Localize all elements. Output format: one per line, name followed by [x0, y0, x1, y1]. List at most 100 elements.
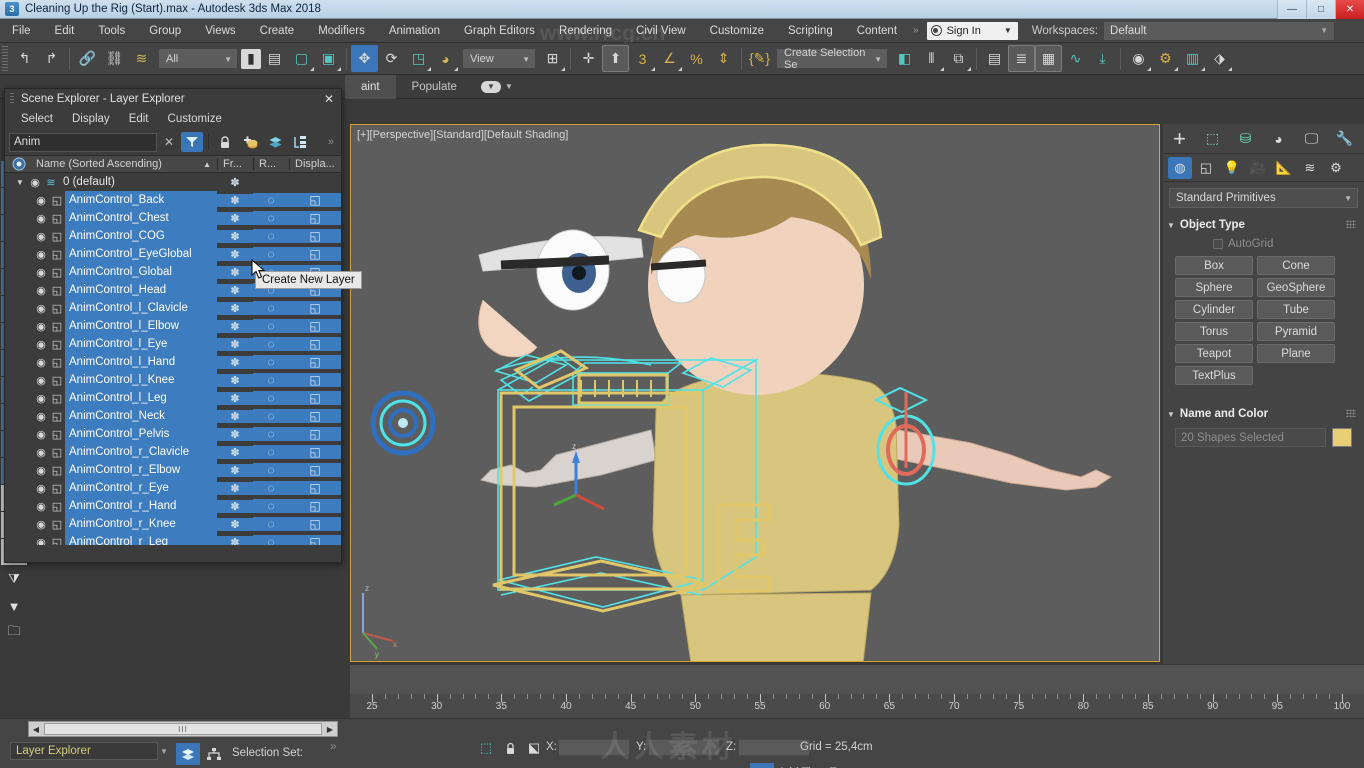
named-selection-sets-select[interactable]: Create Selection Se ▼ [777, 47, 887, 71]
folder-icon[interactable]: 🗀 [1, 620, 27, 646]
layer-name[interactable]: 0 (default) [59, 173, 217, 191]
render-cell[interactable]: ◌ [253, 535, 289, 545]
layer-item-name[interactable]: AnimControl_Pelvis [65, 425, 217, 443]
menu-graph-editors[interactable]: Graph Editors [452, 22, 547, 40]
display-cell[interactable]: ◱ [289, 463, 341, 477]
ribbon-toggle-icon[interactable]: ▦ [1035, 45, 1062, 72]
frozen-cell[interactable]: ✽ [217, 499, 253, 513]
scroll-thumb[interactable]: III [44, 723, 322, 735]
layer-list[interactable]: ▼ ◉ ≋ 0 (default) ✽ ◉ ◱ AnimControl_Back ✽ ◌… [5, 173, 341, 545]
eye-icon[interactable]: ◉ [33, 266, 49, 279]
y-coordinate-field[interactable] [648, 739, 720, 756]
table-row[interactable]: ◉ ◱ AnimControl_l_Knee ✽ ◌ ◱ [5, 371, 341, 389]
display-cell[interactable]: ◱ [289, 229, 341, 243]
chevron-down-icon[interactable]: ▼ [160, 747, 168, 756]
eye-icon[interactable]: ◉ [33, 320, 49, 333]
layer-item-name[interactable]: AnimControl_Chest [65, 209, 217, 227]
table-row[interactable]: ◉ ◱ AnimControl_r_Hand ✽ ◌ ◱ [5, 497, 341, 515]
angle-snap-icon[interactable]: ∠ [656, 45, 683, 72]
unlink-icon[interactable]: ⛓ [101, 45, 128, 72]
track-bar[interactable] [350, 664, 1364, 694]
create-tab[interactable]: + [1163, 125, 1196, 153]
object-type-header[interactable]: ▼ Object Type [1167, 216, 1360, 234]
frozen-cell[interactable]: ✽ [217, 445, 253, 459]
table-row[interactable]: ◉ ◱ AnimControl_Pelvis ✽ ◌ ◱ [5, 425, 341, 443]
menu-group[interactable]: Group [137, 22, 193, 40]
render-column-header[interactable]: R... [253, 158, 289, 170]
display-cell[interactable]: ◱ [289, 409, 341, 423]
frozen-cell[interactable]: ✽ [217, 481, 253, 495]
hierarchy-tab[interactable]: ⛁ [1229, 125, 1262, 153]
render-cell[interactable]: ◌ [253, 301, 289, 315]
name-column-header[interactable]: Name (Sorted Ascending) ▲ [32, 158, 217, 170]
display-cell[interactable]: ◱ [289, 355, 341, 369]
object-type-button-torus[interactable]: Torus [1175, 322, 1253, 341]
eye-icon[interactable]: ◉ [33, 428, 49, 441]
layer-item-name[interactable]: AnimControl_l_Leg [65, 389, 217, 407]
eye-icon[interactable]: ◉ [33, 464, 49, 477]
filter-gear-icon[interactable]: ⧩ [1, 566, 27, 592]
scene-explorer-panel[interactable]: Scene Explorer - Layer Explorer ✕ Select… [4, 88, 362, 563]
render-cell[interactable]: ◌ [253, 193, 289, 207]
eye-icon[interactable]: ◉ [33, 212, 49, 225]
display-cell[interactable]: ◱ [289, 319, 341, 333]
render-cell[interactable]: ◌ [253, 463, 289, 477]
eye-icon[interactable]: ◉ [33, 518, 49, 531]
render-production-icon[interactable]: ⬗ [1206, 45, 1233, 72]
render-cell[interactable]: ◌ [253, 319, 289, 333]
shapes-icon[interactable]: ◱ [1194, 157, 1218, 179]
mirror-icon[interactable]: ◧ [891, 45, 918, 72]
scroll-left-icon[interactable]: ◀ [29, 725, 43, 734]
frozen-cell[interactable]: ✽ [217, 247, 253, 261]
primitive-category-select[interactable]: Standard Primitives ▼ [1169, 188, 1358, 208]
utilities-tab[interactable]: 🔧 [1328, 125, 1361, 153]
display-cell[interactable]: ◱ [289, 517, 341, 531]
layer-item-name[interactable]: AnimControl_COG [65, 227, 217, 245]
select-and-rotate-icon[interactable]: ⟳ [378, 45, 405, 72]
menu-animation[interactable]: Animation [377, 22, 452, 40]
frozen-cell[interactable]: ✽ [217, 193, 253, 207]
maximize-button[interactable]: □ [1306, 0, 1335, 19]
explorer-menu-customize[interactable]: Customize [168, 113, 222, 125]
snap-3d-icon[interactable]: 3 [629, 45, 656, 72]
drag-handle-icon[interactable] [1346, 220, 1356, 228]
add-time-tag-icon[interactable]: ⬡ [750, 763, 774, 768]
eye-icon[interactable]: ◉ [33, 248, 49, 261]
frozen-cell[interactable]: ✽ [217, 391, 253, 405]
rectangular-selection-region-icon[interactable]: ▢ [288, 45, 315, 72]
frozen-cell[interactable]: ✽ [217, 301, 253, 315]
eye-icon[interactable]: ◉ [33, 356, 49, 369]
eye-icon[interactable]: ◉ [33, 284, 49, 297]
table-row[interactable]: ◉ ◱ AnimControl_r_Elbow ✽ ◌ ◱ [5, 461, 341, 479]
layer-item-name[interactable]: AnimControl_Neck [65, 407, 217, 425]
snaps-toggle-icon[interactable]: ⬆ [602, 45, 629, 72]
menu-scripting[interactable]: Scripting [776, 22, 845, 40]
object-type-button-cylinder[interactable]: Cylinder [1175, 300, 1253, 319]
display-cell[interactable]: ◱ [289, 337, 341, 351]
object-type-button-sphere[interactable]: Sphere [1175, 278, 1253, 297]
display-cell[interactable]: ◱ [289, 427, 341, 441]
display-tab[interactable]: 🖵 [1295, 125, 1328, 153]
table-row[interactable]: ◉ ◱ AnimControl_Back ✽ ◌ ◱ [5, 191, 341, 209]
menu-civil-view[interactable]: Civil View [624, 22, 698, 40]
menu-edit[interactable]: Edit [43, 22, 87, 40]
helpers-icon[interactable]: 📐 [1272, 157, 1296, 179]
layer-item-name[interactable]: AnimControl_EyeGlobal [65, 245, 217, 263]
frozen-cell[interactable]: ✽ [217, 427, 253, 441]
select-link-icon[interactable]: 🔗 [74, 45, 101, 72]
ribbon-minimize-icon[interactable]: ▼ [480, 80, 501, 93]
autogrid-checkbox[interactable] [1213, 239, 1223, 249]
eye-icon[interactable]: ◉ [33, 302, 49, 315]
menu-customize[interactable]: Customize [698, 22, 776, 40]
table-row[interactable]: ◉ ◱ AnimControl_Chest ✽ ◌ ◱ [5, 209, 341, 227]
visibility-column-icon[interactable] [5, 157, 32, 171]
render-setup-icon[interactable]: ⚙ [1152, 45, 1179, 72]
display-column-header[interactable]: Displa... [289, 158, 341, 170]
scene-explorer-icon[interactable]: ▤ [981, 45, 1008, 72]
eye-icon[interactable]: ◉ [33, 392, 49, 405]
menu-create[interactable]: Create [248, 22, 307, 40]
rendered-frame-window-icon[interactable]: ▥ [1179, 45, 1206, 72]
render-cell[interactable]: ◌ [253, 355, 289, 369]
layer-item-name[interactable]: AnimControl_r_Hand [65, 497, 217, 515]
search-input[interactable]: Anim [9, 132, 157, 152]
